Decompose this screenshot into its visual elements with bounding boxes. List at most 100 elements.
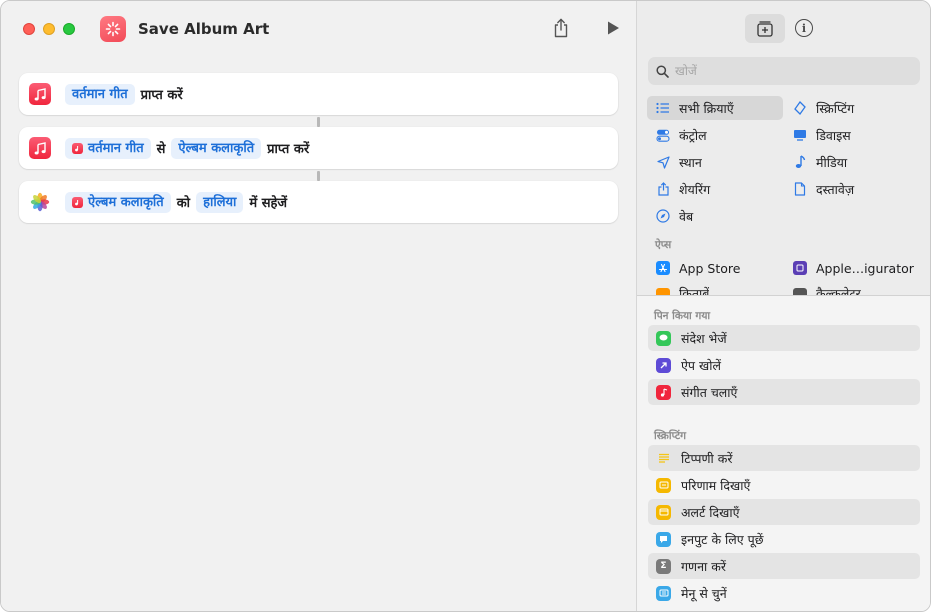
add-action-icon [757,20,773,37]
item-label: परिणाम दिखाएँ [681,477,751,493]
category-sharing[interactable]: शेयरिंग [647,177,710,201]
pinned-section-header: पिन किया गया [654,310,711,322]
document-icon [792,181,808,197]
category-label: स्क्रिप्टिंग [816,100,855,116]
category-scripting[interactable]: स्क्रिप्टिंग [784,96,854,120]
variable-token[interactable]: वर्तमान गीत [65,83,135,105]
category-all-actions[interactable]: सभी क्रियाएँ [647,96,783,120]
action-text: से [156,142,166,157]
comment-icon [656,451,671,466]
minimize-window-button[interactable] [43,23,55,35]
token-label: वर्तमान गीत [88,140,144,156]
play-icon [608,21,619,35]
item-label: गणना करें [681,558,726,574]
category-location[interactable]: स्थान [647,150,702,174]
scripting-show-result[interactable]: परिणाम दिखाएँ [648,472,920,498]
control-icon [655,127,671,143]
scripting-ask-for-input[interactable]: इनपुट के लिए पूछें [648,526,920,552]
pinned-open-app[interactable]: ऐप खोलें [648,352,920,378]
item-label: मेनू से चुनें [681,585,727,601]
run-button[interactable] [602,17,624,39]
location-icon [655,154,671,170]
action-connector [317,171,320,181]
category-label: वेब [679,208,694,224]
app-store-icon [656,261,670,275]
music-icon [656,384,671,400]
list-icon [655,100,671,116]
shortcut-icon[interactable] [100,16,126,42]
search-icon [656,64,669,78]
magic-variable-token[interactable]: वर्तमान गीत [65,137,151,159]
action-text: प्राप्त करें [267,142,310,157]
device-icon [792,127,808,143]
apple-configurator-icon [793,261,807,275]
app-app-store[interactable]: App Store [656,257,740,279]
scripting-show-alert[interactable]: अलर्ट दिखाएँ [648,499,920,525]
media-icon [792,154,808,170]
music-icon [29,137,51,159]
action-text: प्राप्त करें [140,88,183,103]
open-app-icon [656,357,671,373]
action-get-album-art[interactable]: वर्तमान गीत से ऐल्बम कलाकृति प्राप्त करे… [19,127,618,169]
album-parameter-token[interactable]: हालिया [196,191,244,213]
category-device[interactable]: डिवाइस [784,123,851,147]
action-get-current-song[interactable]: वर्तमान गीत प्राप्त करें [19,73,618,115]
calculator-icon [793,288,807,295]
item-label: टिप्पणी करें [681,450,733,466]
shortcut-title[interactable]: Save Album Art [138,19,269,39]
category-label: स्थान [679,154,702,170]
music-icon [29,83,51,105]
music-mini-icon [72,142,83,154]
close-window-button[interactable] [23,23,35,35]
message-icon [656,330,671,346]
action-library-tab[interactable] [745,14,785,43]
category-media[interactable]: मीडिया [784,150,847,174]
music-mini-icon [72,196,83,208]
share-icon [554,18,568,38]
zoom-window-button[interactable] [63,23,75,35]
title-bar: Save Album Art [1,1,636,57]
shortcuts-window: Save Album Art वर्तमान गीत प्राप्त करें [0,0,931,612]
category-label: शेयरिंग [679,181,711,197]
calculate-icon: Σ [656,558,671,574]
share-button[interactable] [550,17,572,39]
scripting-calculate[interactable]: Σ गणना करें [648,553,920,579]
action-connector [317,117,320,127]
app-books[interactable]: किताबें [656,283,709,295]
action-text: में सहेजें [249,196,288,211]
item-label: संदेश भेजें [681,330,727,346]
item-label: संगीत चलाएँ [681,384,738,400]
app-calculator[interactable]: कैल्कुलेटर [793,283,861,295]
pinned-send-message[interactable]: संदेश भेजें [648,325,920,351]
action-save-to-album[interactable]: ऐल्बम कलाकृति को हालिया में सहेजें [19,181,618,223]
category-documents[interactable]: दस्तावेज़ [784,177,854,201]
menu-icon [656,585,671,601]
category-control[interactable]: कंट्रोल [647,123,707,147]
action-search[interactable] [648,57,920,85]
scripting-choose-from-menu[interactable]: मेनू से चुनें [648,580,920,606]
alert-icon [656,504,671,520]
magic-variable-token[interactable]: ऐल्बम कलाकृति [65,191,171,213]
app-label: App Store [679,260,741,276]
sharing-icon [655,181,671,197]
token-label: ऐल्बम कलाकृति [88,194,164,210]
category-label: डिवाइस [816,127,851,143]
info-tab[interactable]: i [795,19,813,37]
category-web[interactable]: वेब [647,204,693,228]
pinned-play-music[interactable]: संगीत चलाएँ [648,379,920,405]
scripting-comment[interactable]: टिप्पणी करें [648,445,920,471]
app-label: Apple…igurator [816,260,914,276]
category-label: मीडिया [816,154,848,170]
action-library-pane: i सभी क्रियाएँ स्क्रिप्टिंग कंट्रोल डिवा… [636,1,930,611]
editor-pane: Save Album Art वर्तमान गीत प्राप्त करें [1,1,636,611]
item-label: ऐप खोलें [681,357,721,373]
parameter-token[interactable]: ऐल्बम कलाकृति [171,137,262,159]
app-apple-configurator[interactable]: Apple…igurator [793,257,914,279]
search-input[interactable] [675,64,905,78]
action-text: को [176,196,191,211]
photos-icon [29,191,51,213]
scripting-icon [792,100,808,116]
show-result-icon [656,477,671,493]
apps-section-header: ऐप्स [655,239,672,251]
ask-input-icon [656,531,671,547]
